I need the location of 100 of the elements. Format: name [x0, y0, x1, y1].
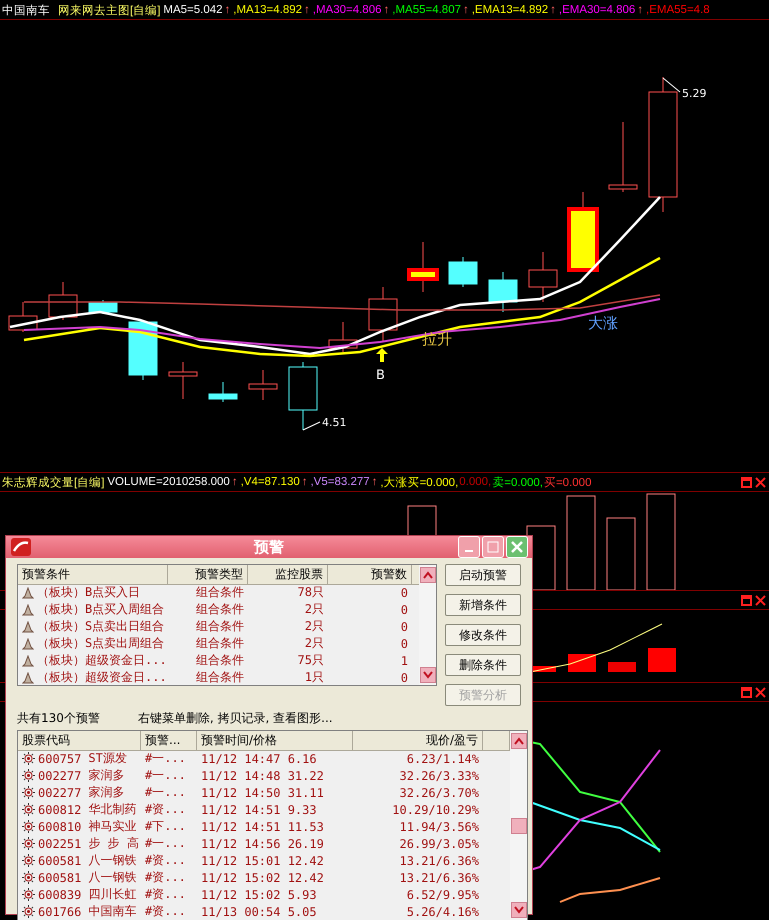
- indicator-value: ,V4=87.130: [240, 476, 300, 488]
- stock-name: 家润多: [88, 784, 124, 801]
- stock-name: 四川长虹: [88, 886, 136, 903]
- alert-row[interactable]: 002277 家润多 #一... 11/12 14:48 31.22 32.26/3.33%: [18, 767, 510, 784]
- candle: [168, 362, 198, 400]
- alert-row[interactable]: 002251 步 步 高 #一... 11/12 14:56 26.19 26.99/3.05%: [18, 835, 510, 852]
- scroll-thumb[interactable]: [510, 818, 526, 834]
- maximize-icon: [487, 541, 499, 553]
- leader-line: [662, 78, 680, 92]
- table-cell-text: 2只: [304, 618, 325, 635]
- minimize-icon: [465, 550, 473, 552]
- condition-row[interactable]: （板块）B点买入周组合 组合条件 2只 0: [18, 601, 419, 618]
- table-cell-text: 11/12 14:47 6.16: [200, 752, 318, 766]
- panel-window-icons[interactable]: [741, 476, 767, 488]
- table-cell-text: 26.99/3.05%: [398, 836, 480, 850]
- stock-name: 华北制药: [88, 801, 136, 818]
- action-button[interactable]: 删除条件: [445, 654, 521, 676]
- panel-window-icons[interactable]: [741, 594, 767, 606]
- action-button[interactable]: 启动预警: [445, 564, 521, 586]
- up-arrow-text: ↑: [550, 4, 556, 16]
- condition-row[interactable]: （板块）S点卖出日组合 组合条件 2只 0: [18, 618, 419, 635]
- indicator-value: ,大涨买=0.000,: [380, 476, 458, 490]
- alert-count-text: 共有130个预警: [17, 710, 100, 726]
- formula-name: 朱志辉成交量[自编]: [2, 475, 104, 490]
- alert-row[interactable]: 600839 四川长虹 #资... 11/12 15:02 5.93 6.52/9.95%: [18, 886, 510, 903]
- table-cell-text: 11/13 00:54 5.05: [200, 904, 318, 918]
- column-header[interactable]: 预警类型: [168, 565, 248, 585]
- scroll-down-button[interactable]: [510, 902, 526, 918]
- panel-window-icons[interactable]: [741, 686, 767, 698]
- table-cell-text: 0: [400, 620, 409, 634]
- table-cell-text: #资...: [144, 903, 187, 920]
- bell-icon: [22, 638, 34, 650]
- dialog-title: 预警: [252, 538, 285, 556]
- condition-row[interactable]: （板块）超级资金日... 组合条件 1只 0: [18, 669, 419, 685]
- alert-row[interactable]: 600757 ST源发 #一... 11/12 14:47 6.16 6.23/1.14%: [18, 750, 510, 767]
- indicator-value: 0.000,: [459, 476, 492, 488]
- scroll-up-button[interactable]: [420, 567, 436, 583]
- alert-row[interactable]: 002277 家润多 #一... 11/12 14:50 31.11 32.26/3.70%: [18, 784, 510, 801]
- alert-row[interactable]: 600581 八一钢铁 #资... 11/12 15:02 12.42 13.21/6.36%: [18, 869, 510, 886]
- alert-row[interactable]: 600812 华北制药 #资... 11/12 14:51 9.33 10.29/10.29%: [18, 801, 510, 818]
- condition-row[interactable]: （板块）B点买入日 组合条件 78只 0: [18, 584, 419, 601]
- stock-code: 002251: [38, 836, 82, 850]
- indicator-value: ,EMA13=4.892: [472, 4, 548, 16]
- column-header[interactable]: 监控股票: [248, 565, 328, 585]
- app-logo-icon: [10, 537, 32, 557]
- table-cell-text: 75只: [296, 652, 325, 669]
- condition-name: （板块）超级资金日...: [37, 652, 167, 669]
- candle: [288, 362, 318, 430]
- table-cell-text: 11/12 15:01 12.42: [200, 854, 325, 868]
- table-cell-text: 2只: [304, 635, 325, 652]
- indicator-value: ,EMA55=4.8: [646, 4, 710, 16]
- candle: [488, 272, 518, 312]
- bell-icon: [22, 672, 34, 684]
- column-header[interactable]: 现价/盈亏: [353, 731, 483, 751]
- table-cell-text: 0: [400, 602, 409, 616]
- up-arrow-text: ↑: [232, 476, 238, 488]
- scroll-down-button[interactable]: [420, 667, 436, 683]
- indicator-value: ,MA13=4.892: [233, 4, 302, 16]
- column-header[interactable]: 预警...: [141, 731, 197, 751]
- action-button[interactable]: 修改条件: [445, 624, 521, 646]
- table-cell-text: 11/12 14:56 26.19: [200, 836, 325, 850]
- up-arrow-text: ↑: [637, 4, 644, 16]
- scroll-up-button[interactable]: [510, 733, 526, 749]
- header-filler: [412, 565, 419, 585]
- indicator-value: MA5=5.042: [163, 4, 223, 16]
- target-icon: [22, 905, 35, 918]
- condition-row[interactable]: （板块）超级资金日... 组合条件 75只 1: [18, 652, 419, 669]
- bell-icon: [22, 604, 34, 616]
- candle: [328, 322, 358, 352]
- candle: [48, 282, 78, 320]
- column-header[interactable]: 预警时间/价格: [197, 731, 353, 751]
- indicator-value: ,EMA30=4.806: [558, 4, 636, 16]
- alert-row[interactable]: 600581 八一钢铁 #资... 11/12 15:01 12.42 13.21/6.36%: [18, 852, 510, 869]
- candle: [528, 252, 558, 302]
- scrollbar[interactable]: [510, 731, 527, 920]
- table-cell-text: 6.23/1.14%: [406, 752, 480, 766]
- target-icon: [22, 854, 35, 867]
- column-header[interactable]: 股票代码: [18, 731, 141, 751]
- table-cell-text: 11/12 15:02 5.93: [200, 888, 318, 902]
- stock-code: 600757: [38, 752, 82, 766]
- table-cell-text: 1: [400, 654, 409, 668]
- bell-icon: [22, 654, 34, 666]
- up-arrow-text: ↑: [384, 4, 390, 16]
- action-button[interactable]: 新增条件: [445, 594, 521, 616]
- up-arrow-text: ↑: [224, 4, 230, 16]
- stock-code: 002277: [38, 786, 82, 800]
- alert-row[interactable]: 601766 中国南车 #资... 11/13 00:54 5.05 5.26/4.16%: [18, 903, 510, 920]
- condition-row[interactable]: （板块）S点卖出周组合 组合条件 2只 0: [18, 635, 419, 652]
- table-cell-text: 11/12 14:51 9.33: [200, 802, 318, 816]
- table-cell-text: #资...: [144, 886, 187, 903]
- stock-code: 601766: [38, 904, 82, 918]
- indicator-value: VOLUME=2010258.000: [107, 476, 230, 488]
- stock-name: 八一钢铁: [88, 869, 136, 886]
- candle: [407, 242, 439, 292]
- column-header[interactable]: 预警条件: [18, 565, 168, 585]
- table-cell-text: 10.29/10.29%: [391, 802, 480, 816]
- scrollbar[interactable]: [419, 565, 436, 685]
- alert-row[interactable]: 600810 神马实业 #下... 11/12 14:51 11.53 11.94/3.56%: [18, 818, 510, 835]
- column-header[interactable]: 预警数: [328, 565, 412, 585]
- up-arrow-text: ↑: [304, 4, 310, 16]
